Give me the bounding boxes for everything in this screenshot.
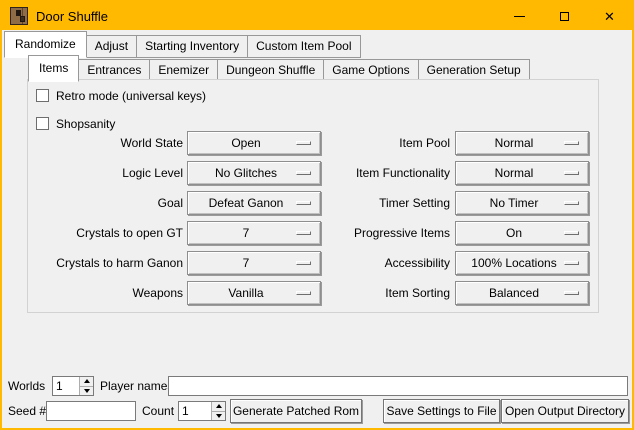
logic-level-label: Logic Level [30,161,183,185]
seed-label: Seed # [8,401,46,421]
dropdown-indicator-icon [296,141,311,145]
save-settings-button[interactable]: Save Settings to File [383,399,500,423]
seed-input[interactable] [46,401,136,421]
close-icon: ✕ [604,10,615,23]
retro-mode-checkbox[interactable] [36,89,49,102]
goal-dropdown[interactable]: Defeat Ganon [187,191,321,215]
item-pool-label: Item Pool [322,131,450,155]
world-state-dropdown[interactable]: Open [187,131,321,155]
spin-down-icon [84,389,90,393]
dropdown-indicator-icon [564,141,579,145]
item-functionality-dropdown[interactable]: Normal [455,161,589,185]
count-label: Count [142,401,174,421]
maximize-button[interactable] [542,2,587,30]
accessibility-label: Accessibility [322,251,450,275]
count-spin-down[interactable] [212,411,225,421]
dropdown-indicator-icon [296,201,311,205]
minimize-icon [514,16,525,17]
app-window: Door Shuffle ✕ Randomize Adjust Starting… [0,0,634,430]
maximize-icon [560,12,569,21]
dropdown-indicator-icon [296,291,311,295]
dropdown-indicator-icon [564,291,579,295]
logic-level-dropdown[interactable]: No Glitches [187,161,321,185]
window-title: Door Shuffle [36,9,108,24]
item-sorting-dropdown[interactable]: Balanced [455,281,589,305]
tab-randomize[interactable]: Randomize [4,31,87,58]
item-pool-dropdown[interactable]: Normal [455,131,589,155]
dropdown-indicator-icon [564,261,579,265]
shopsanity-label: Shopsanity [56,117,115,131]
dropdown-indicator-icon [564,171,579,175]
shopsanity-checkbox[interactable] [36,117,49,130]
dropdown-indicator-icon [296,171,311,175]
generate-patched-rom-button[interactable]: Generate Patched Rom [230,399,362,423]
player-names-label: Player names [100,376,173,396]
crystals-open-gt-label: Crystals to open GT [30,221,183,245]
progressive-items-label: Progressive Items [322,221,450,245]
spin-up-icon [84,379,90,383]
player-names-input[interactable] [168,376,628,396]
weapons-label: Weapons [30,281,183,305]
titlebar[interactable]: Door Shuffle ✕ [2,2,632,30]
item-functionality-label: Item Functionality [322,161,450,185]
weapons-dropdown[interactable]: Vanilla [187,281,321,305]
goal-label: Goal [30,191,183,215]
door-icon [10,7,28,25]
minimize-button[interactable] [497,2,542,30]
world-state-label: World State [30,131,183,155]
item-sorting-label: Item Sorting [322,281,450,305]
sub-tab-bar: Items Entrances Enemizer Dungeon Shuffle… [28,55,529,82]
spin-down-icon [216,414,222,418]
dropdown-indicator-icon [296,231,311,235]
timer-setting-label: Timer Setting [322,191,450,215]
tab-items[interactable]: Items [28,55,79,82]
open-output-directory-button[interactable]: Open Output Directory [501,399,629,423]
progressive-items-dropdown[interactable]: On [455,221,589,245]
retro-mode-label: Retro mode (universal keys) [56,89,206,103]
count-spin-up[interactable] [212,402,225,411]
dropdown-indicator-icon [296,261,311,265]
worlds-label: Worlds [8,376,45,396]
main-tab-bar: Randomize Adjust Starting Inventory Cust… [4,31,360,58]
crystals-open-gt-dropdown[interactable]: 7 [187,221,321,245]
crystals-harm-ganon-dropdown[interactable]: 7 [187,251,321,275]
close-button[interactable]: ✕ [587,2,632,30]
spin-up-icon [216,404,222,408]
worlds-spin-down[interactable] [80,386,93,396]
count-spinbox[interactable]: 1 [178,401,226,421]
worlds-spinbox[interactable]: 1 [52,376,94,396]
dropdown-indicator-icon [564,231,579,235]
accessibility-dropdown[interactable]: 100% Locations [455,251,589,275]
crystals-harm-ganon-label: Crystals to harm Ganon [30,251,183,275]
dropdown-indicator-icon [564,201,579,205]
timer-setting-dropdown[interactable]: No Timer [455,191,589,215]
worlds-spin-up[interactable] [80,377,93,386]
